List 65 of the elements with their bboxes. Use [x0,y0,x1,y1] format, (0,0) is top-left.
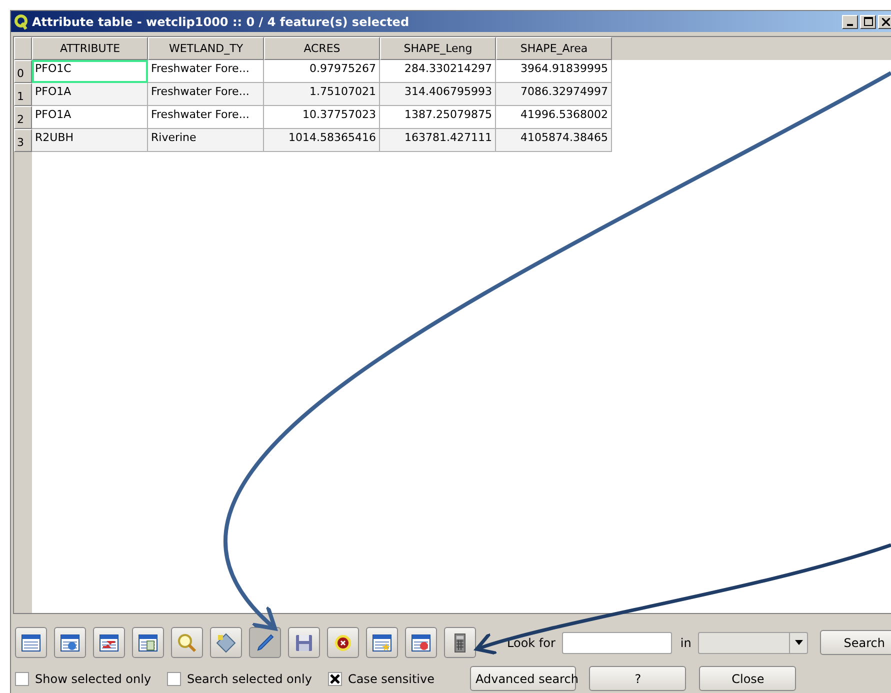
column-header[interactable]: WETLAND_TY [148,37,264,60]
table-cell[interactable]: PFO1C [32,60,148,83]
checkbox[interactable] [328,672,342,686]
table-cell[interactable]: PFO1A [32,106,148,129]
table-cell[interactable]: 3964.91839995 [496,60,612,83]
row-header[interactable]: 3 [14,129,32,152]
toolbar-button[interactable] [444,627,476,658]
table-cell[interactable]: 4105874.38465 [496,129,612,152]
column-header[interactable]: SHAPE_Area [496,37,612,60]
diamond-nodes-icon [214,630,238,654]
checkbox-label: Case sensitive [348,672,434,686]
table-cell[interactable]: 1014.58365416 [264,129,380,152]
toolbar-button[interactable] [366,627,398,658]
dialog-button[interactable]: ? [589,666,686,691]
search-button[interactable]: Search [820,630,891,655]
maximize-icon [864,17,872,26]
column-header[interactable]: ATTRIBUTE [32,37,148,60]
table-cell[interactable]: 314.406795993 [380,83,496,106]
in-label: in [680,636,692,650]
table-cell[interactable]: Freshwater Fore... [148,106,264,129]
toolbar-button[interactable] [15,627,47,658]
table-cell[interactable]: PFO1A [32,83,148,106]
column-header[interactable]: ACRES [264,37,380,60]
dialog-button[interactable]: Close [699,666,796,691]
field-dropdown[interactable] [698,632,808,654]
table-cell[interactable]: 41996.5368002 [496,106,612,129]
toolbar-button[interactable] [210,627,242,658]
table-cell[interactable]: 284.330214297 [380,60,496,83]
minimize-button[interactable] [842,14,858,28]
checkbox-label: Search selected only [187,672,312,686]
look-for-label: Look for [507,636,556,650]
toolbar-button[interactable] [288,627,320,658]
row-header[interactable]: 2 [14,106,32,129]
toolbar-button[interactable] [132,627,164,658]
table-cell[interactable]: Freshwater Fore... [148,83,264,106]
close-button[interactable] [878,14,891,28]
window-title: Attribute table - wetclip1000 :: 0 / 4 feature(s) selected [32,14,410,28]
row-header[interactable]: 0 [14,60,32,83]
toolbar-button[interactable] [327,627,359,658]
table-cell[interactable]: 1387.25079875 [380,106,496,129]
checkbox[interactable] [167,672,182,686]
table-cell[interactable]: 1.75107021 [264,83,380,106]
dialog-button[interactable]: Advanced search [470,666,576,691]
maximize-button[interactable] [860,14,876,28]
toolbar-button[interactable] [93,627,125,658]
table-corner[interactable] [14,37,32,60]
column-header[interactable]: SHAPE_Leng [380,37,496,60]
table-cell[interactable]: 163781.427111 [380,129,496,152]
toolbar-button[interactable] [54,627,86,658]
close-icon [882,18,890,26]
dropdown-arrow-icon [794,640,803,645]
app-logo-icon [14,14,28,30]
toolbar-button[interactable] [249,627,281,658]
checkbox[interactable] [15,672,29,686]
table-cell[interactable]: Freshwater Fore... [148,60,264,83]
table-cell[interactable]: 0.97975267 [264,60,380,83]
minimize-icon [847,24,853,26]
checkbox-label: Show selected only [35,672,152,686]
table-cell[interactable]: 7086.32974997 [496,83,612,106]
table-cell[interactable]: R2UBH [32,129,148,152]
row-header[interactable]: 1 [14,83,32,106]
search-field[interactable] [562,632,672,654]
toolbar-button[interactable] [405,627,437,658]
table-cell[interactable]: 10.37757023 [264,106,380,129]
table-cell[interactable]: Riverine [148,129,264,152]
